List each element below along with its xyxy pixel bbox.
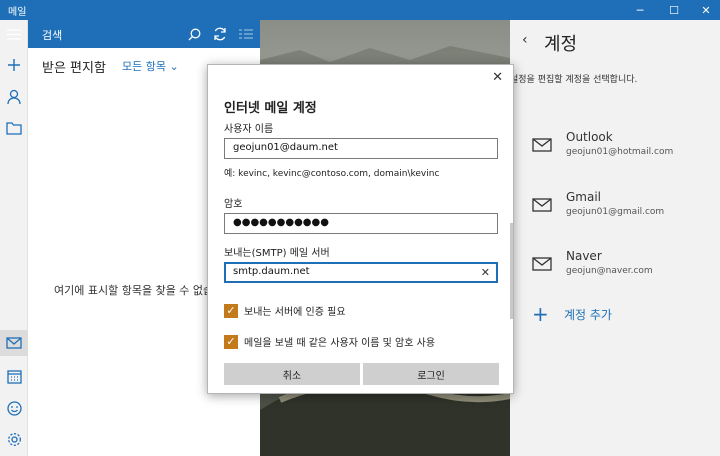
smtp-label: 보내는(SMTP) 메일 서버 (224, 248, 330, 259)
same-credentials-checkbox[interactable]: ✓ 메일을 보낼 때 같은 사용자 이름 및 암호 사용 (224, 334, 435, 349)
account-name: Gmail (566, 190, 602, 204)
smtp-server-field[interactable]: smtp.daum.net ✕ (224, 262, 498, 283)
back-icon[interactable]: ‹ (522, 32, 528, 48)
cancel-button[interactable]: 취소 (224, 363, 360, 385)
folder-title: 받은 편지함 (42, 61, 106, 76)
person-icon[interactable] (0, 84, 28, 110)
username-label: 사용자 이름 (224, 124, 274, 135)
account-item-gmail[interactable]: Gmail geojun01@gmail.com (532, 190, 712, 230)
clear-field-icon[interactable]: ✕ (481, 266, 490, 279)
account-email: geojun01@gmail.com (566, 207, 665, 217)
sync-icon[interactable] (212, 26, 228, 42)
search-input[interactable]: 검색 (42, 27, 62, 43)
calendar-icon[interactable] (0, 363, 28, 389)
add-account-label: 계정 추가 (564, 307, 612, 322)
maximize-button[interactable]: ☐ (660, 0, 688, 20)
empty-list-message: 여기에 표시할 항목을 찾을 수 없습 (54, 284, 214, 297)
filter-label: 모든 항목 (122, 60, 166, 73)
select-icon[interactable] (238, 26, 254, 42)
account-name: Naver (566, 249, 602, 263)
require-auth-checkbox[interactable]: ✓ 보내는 서버에 인증 필요 (224, 303, 346, 318)
account-item-naver[interactable]: Naver geojun@naver.com (532, 249, 712, 289)
folder-icon[interactable] (0, 115, 28, 141)
account-email: geojun01@hotmail.com (566, 147, 674, 157)
envelope-icon (532, 257, 552, 271)
minimize-button[interactable]: ─ (626, 0, 654, 20)
dialog-title: 인터넷 메일 계정 (224, 101, 317, 116)
chevron-down-icon: ⌄ (169, 60, 179, 73)
envelope-icon (532, 198, 552, 212)
search-bar: 검색 (7, 20, 260, 48)
hamburger-icon[interactable] (0, 20, 28, 48)
username-example: 예: kevinc, kevinc@contoso.com, domain\ke… (224, 169, 440, 179)
close-window-button[interactable]: ✕ (692, 0, 720, 20)
require-auth-label: 보내는 서버에 인증 필요 (244, 307, 346, 318)
accounts-subtitle: 설정을 편집할 계정을 선택합니다. (510, 75, 638, 85)
window-title: 메일 (8, 7, 27, 18)
envelope-icon (532, 138, 552, 152)
search-icon[interactable] (186, 26, 202, 42)
close-icon[interactable]: ✕ (492, 70, 503, 85)
internet-mail-account-dialog: ✕ 인터넷 메일 계정 사용자 이름 geojun01@daum.net 예: … (207, 64, 514, 394)
smiley-icon[interactable] (0, 395, 28, 421)
left-rail (0, 20, 28, 456)
new-mail-plus-icon[interactable] (0, 52, 28, 78)
same-credentials-label: 메일을 보낼 때 같은 사용자 이름 및 암호 사용 (244, 338, 436, 349)
account-email: geojun@naver.com (566, 266, 653, 276)
gear-icon[interactable] (0, 426, 28, 452)
accounts-panel: ‹ 계정 설정을 편집할 계정을 선택합니다. Outlook geojun01… (510, 20, 720, 456)
checkmark-icon: ✓ (224, 334, 238, 349)
password-field[interactable]: ●●●●●●●●●●● (224, 213, 498, 234)
filter-dropdown[interactable]: 모든 항목 ⌄ (122, 58, 179, 74)
accounts-title: 계정 (544, 34, 578, 55)
account-item-outlook[interactable]: Outlook geojun01@hotmail.com (532, 130, 712, 170)
login-button[interactable]: 로그인 (363, 363, 499, 385)
smtp-value: smtp.daum.net (233, 266, 310, 277)
dialog-scrollbar[interactable] (510, 223, 513, 319)
mail-icon[interactable] (0, 330, 28, 356)
plus-icon: + (532, 302, 549, 326)
password-value: ●●●●●●●●●●● (233, 217, 329, 228)
username-field[interactable]: geojun01@daum.net (224, 138, 498, 159)
title-bar: 메일 ─ ☐ ✕ (0, 0, 720, 20)
account-name: Outlook (566, 130, 613, 144)
password-label: 암호 (224, 199, 243, 210)
add-account-button[interactable]: + 계정 추가 (532, 304, 612, 324)
username-value: geojun01@daum.net (233, 142, 338, 153)
checkmark-icon: ✓ (224, 303, 238, 318)
